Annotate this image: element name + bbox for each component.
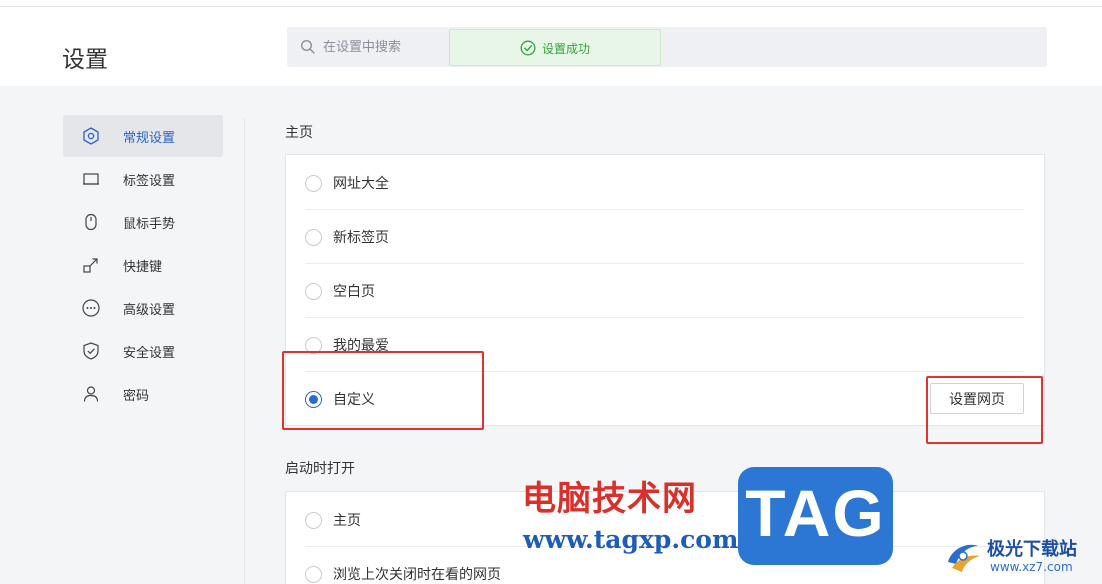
homepage-option-nav-site[interactable]: 网址大全 [286,155,1044,209]
search-icon [300,39,315,54]
user-icon [83,386,99,402]
highlight-box-custom-option [282,351,484,430]
watermark-logo-url: www.xz7.com [990,560,1073,574]
radio-button[interactable] [305,229,322,246]
sidebar-item-general[interactable]: 常规设置 [63,115,223,157]
highlight-box-set-webpage [926,376,1043,444]
page-title: 设置 [62,47,108,73]
option-label: 空白页 [333,284,375,300]
shield-icon [83,342,99,360]
general-settings-icon [83,127,99,145]
tab-icon [83,173,99,185]
sidebar-item-label: 安全设置 [123,346,176,361]
option-label: 新标签页 [333,230,389,246]
sidebar-nav: 常规设置 标签设置 鼠标手势 快捷键 高级设置 安全设置 密码 [63,115,223,416]
sidebar-item-tabs[interactable]: 标签设置 [63,158,223,200]
check-circle-icon [520,40,536,56]
radio-button[interactable] [305,566,322,583]
sidebar-item-passwords[interactable]: 密码 [63,373,223,415]
option-label: 浏览上次关闭时在看的网页 [333,567,501,583]
sidebar-item-label: 密码 [123,389,150,404]
sidebar-item-mouse-gestures[interactable]: 鼠标手势 [63,201,223,243]
sidebar-item-label: 标签设置 [123,174,176,189]
watermark-logo-name: 极光下载站 [987,539,1077,560]
search-box[interactable] [287,27,1047,67]
option-label: 网址大全 [333,176,389,192]
success-toast: 设置成功 [449,29,661,66]
watermark-tag-text: TAG [745,476,886,550]
sidebar-item-security[interactable]: 安全设置 [63,330,223,372]
shortcut-icon [83,258,98,273]
watermark-site-url: www.tagxp.com [523,525,739,554]
sidebar-item-label: 鼠标手势 [123,217,176,232]
top-divider [0,6,1102,7]
startup-section-title: 启动时打开 [285,461,355,477]
aurora-logo-icon [948,544,980,572]
radio-button[interactable] [305,283,322,300]
radio-button[interactable] [305,175,322,192]
watermark-tag-badge: TAG [738,467,893,565]
watermark-site-name: 电脑技术网 [522,479,697,519]
sidebar-item-label: 快捷键 [123,260,163,275]
search-input[interactable] [323,37,443,57]
sidebar-item-shortcuts[interactable]: 快捷键 [63,244,223,286]
homepage-option-new-tab[interactable]: 新标签页 [286,209,1044,263]
header-bar: 设置 设置成功 [0,0,1102,86]
sidebar-item-label: 高级设置 [123,303,176,318]
more-icon [82,299,100,317]
homepage-option-blank-page[interactable]: 空白页 [286,263,1044,317]
sidebar-item-label: 常规设置 [123,131,176,146]
mouse-icon [85,213,97,231]
sidebar-divider [244,118,245,584]
option-label: 主页 [333,513,361,529]
toast-message: 设置成功 [542,42,591,56]
sidebar-item-advanced[interactable]: 高级设置 [63,287,223,329]
radio-button[interactable] [305,512,322,529]
homepage-section-title: 主页 [285,125,313,141]
